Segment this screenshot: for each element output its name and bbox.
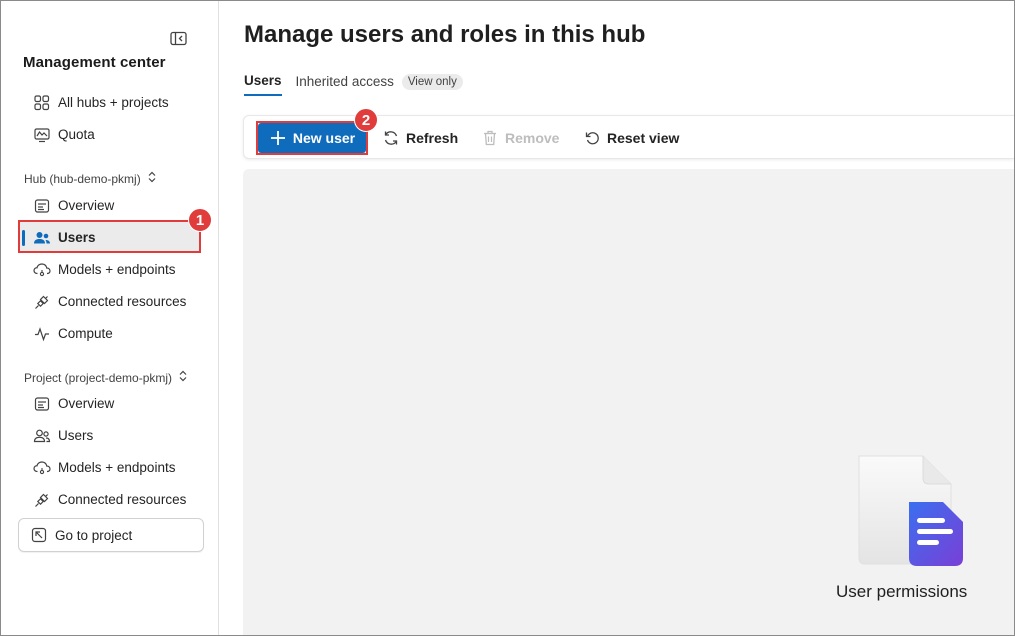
plug-icon bbox=[33, 293, 51, 311]
pulse-icon bbox=[33, 325, 51, 343]
overview-icon bbox=[33, 395, 51, 413]
undo-icon bbox=[583, 129, 601, 147]
trash-icon bbox=[481, 129, 499, 147]
main-content: Manage users and roles in this hub Users… bbox=[220, 1, 1014, 635]
reset-view-label: Reset view bbox=[607, 130, 680, 146]
plus-icon bbox=[269, 129, 287, 147]
sidebar: Management center All hubs + projects Qu… bbox=[1, 1, 219, 635]
sidebar-item-quota[interactable]: Quota bbox=[19, 119, 200, 150]
sidebar-item-label: Users bbox=[58, 428, 94, 443]
reset-view-button[interactable]: Reset view bbox=[583, 123, 679, 153]
hub-section-label: Hub (hub-demo-pkmj) bbox=[24, 171, 141, 186]
refresh-button[interactable]: Refresh bbox=[382, 123, 458, 153]
page-title: Manage users and roles in this hub bbox=[244, 21, 646, 48]
sidebar-item-all-hubs[interactable]: All hubs + projects bbox=[19, 87, 200, 118]
project-section-toggle[interactable]: Project (project-demo-pkmj) bbox=[24, 370, 188, 385]
hub-section-toggle[interactable]: Hub (hub-demo-pkmj) bbox=[24, 171, 157, 186]
sidebar-item-label: Models + endpoints bbox=[58, 262, 176, 277]
refresh-label: Refresh bbox=[406, 130, 459, 146]
sidebar-item-label: Quota bbox=[58, 127, 95, 142]
tab-bar: Users Inherited access View only bbox=[244, 73, 463, 96]
sidebar-item-label: Compute bbox=[58, 326, 113, 341]
project-section-label: Project (project-demo-pkmj) bbox=[24, 370, 173, 385]
sidebar-item-label: Users bbox=[58, 230, 96, 245]
people-icon bbox=[33, 427, 51, 445]
cloud-icon bbox=[33, 261, 51, 279]
tab-users[interactable]: Users bbox=[244, 73, 282, 96]
sidebar-item-hub-models[interactable]: Models + endpoints bbox=[19, 254, 200, 285]
go-to-project-label: Go to project bbox=[55, 527, 133, 543]
grid-icon bbox=[33, 94, 51, 112]
step-badge-2: 2 bbox=[354, 108, 378, 132]
cloud-icon bbox=[33, 459, 51, 477]
refresh-icon bbox=[382, 129, 400, 147]
sidebar-item-label: Connected resources bbox=[58, 294, 187, 309]
quota-icon bbox=[33, 126, 51, 144]
view-only-badge: View only bbox=[401, 73, 463, 90]
sidebar-item-project-models[interactable]: Models + endpoints bbox=[19, 452, 200, 483]
remove-button[interactable]: Remove bbox=[481, 123, 559, 153]
sidebar-item-label: Overview bbox=[58, 198, 115, 213]
sidebar-item-label: All hubs + projects bbox=[58, 95, 169, 110]
collapse-sidebar-icon[interactable] bbox=[170, 31, 188, 47]
sidebar-item-project-connected[interactable]: Connected resources bbox=[19, 484, 200, 515]
app-window: Management center All hubs + projects Qu… bbox=[0, 0, 1015, 636]
sidebar-item-hub-users[interactable]: Users bbox=[19, 222, 200, 253]
document-illustration-icon bbox=[853, 454, 967, 566]
people-icon bbox=[33, 229, 51, 247]
chevron-updown-icon bbox=[147, 171, 157, 186]
overview-icon bbox=[33, 197, 51, 215]
sidebar-item-hub-compute[interactable]: Compute bbox=[19, 318, 200, 349]
sidebar-item-hub-connected[interactable]: Connected resources bbox=[19, 286, 200, 317]
sidebar-item-label: Overview bbox=[58, 396, 115, 411]
empty-state-label: User permissions bbox=[836, 582, 968, 601]
tab-inherited-access[interactable]: Inherited access bbox=[296, 74, 394, 95]
go-to-project-button[interactable]: Go to project bbox=[18, 518, 204, 552]
remove-label: Remove bbox=[505, 130, 560, 146]
empty-state-panel: User permissions bbox=[243, 169, 1014, 635]
new-user-label: New user bbox=[292, 130, 356, 146]
sidebar-item-project-overview[interactable]: Overview bbox=[19, 388, 200, 419]
chevron-updown-icon bbox=[178, 370, 188, 385]
sidebar-item-hub-overview[interactable]: Overview bbox=[19, 190, 200, 221]
step-badge-1: 1 bbox=[188, 208, 212, 232]
sidebar-item-label: Models + endpoints bbox=[58, 460, 176, 475]
plug-icon bbox=[33, 491, 51, 509]
arrow-up-left-icon bbox=[31, 527, 47, 543]
sidebar-item-label: Connected resources bbox=[58, 492, 187, 507]
sidebar-item-project-users[interactable]: Users bbox=[19, 420, 200, 451]
new-user-button[interactable]: New user bbox=[258, 123, 366, 153]
sidebar-title: Management center bbox=[23, 54, 166, 71]
